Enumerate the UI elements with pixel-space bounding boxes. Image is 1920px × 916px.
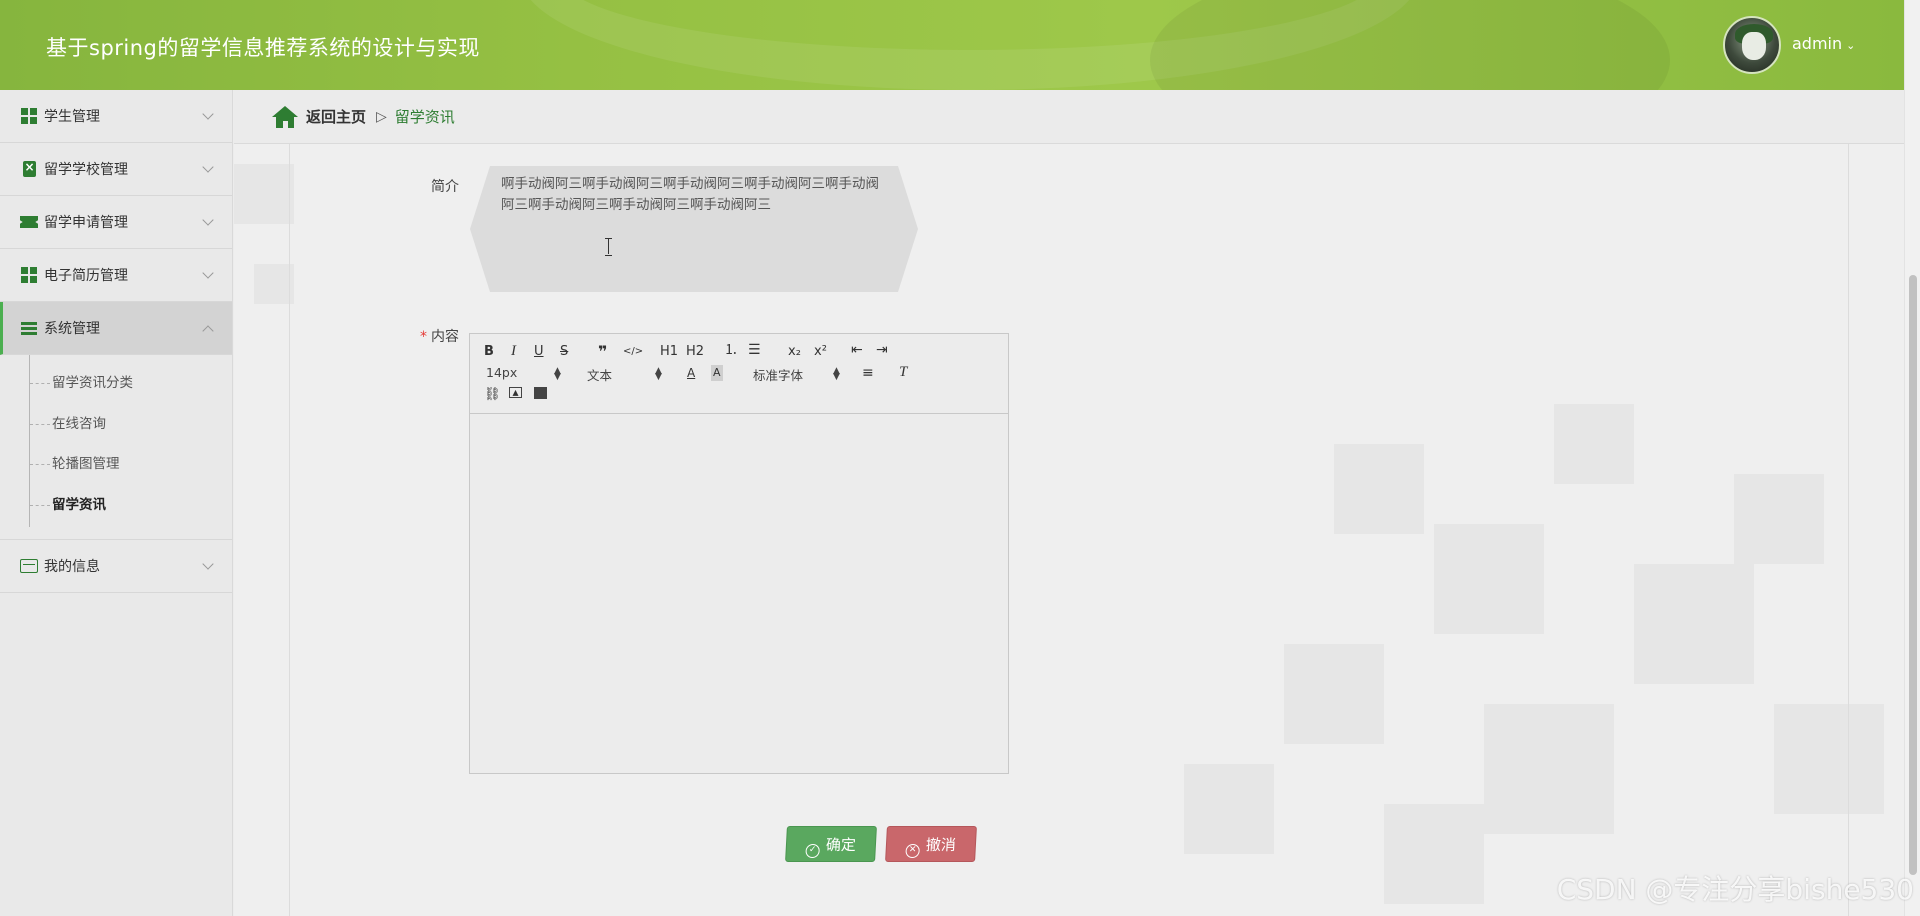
system-submenu: 留学资讯分类 在线咨询 轮播图管理 留学资讯	[0, 355, 232, 540]
chevron-up-icon	[202, 325, 214, 337]
italic-button[interactable]: I	[511, 343, 516, 359]
top-header: 基于spring的留学信息推荐系统的设计与实现 admin ⌄	[0, 0, 1904, 90]
superscript-button[interactable]: x²	[814, 344, 827, 360]
header-decoration-2	[1150, 0, 1670, 90]
font-family-select[interactable]: 标准字体 ▲ ▼	[753, 365, 840, 384]
submenu-item-carousel[interactable]: 轮播图管理	[0, 444, 232, 485]
font-size-select[interactable]: 14px ▲ ▼	[486, 365, 561, 382]
watermark: CSDN @专注分享bishe530	[1556, 873, 1914, 906]
content-label: * 内容	[420, 326, 459, 346]
text-style-select[interactable]: 文本 ▲ ▼	[587, 365, 662, 384]
app-title: 基于spring的留学信息推荐系统的设计与实现	[46, 36, 480, 60]
strike-button[interactable]: S	[560, 344, 568, 360]
sidebar-item-label: 系统管理	[44, 321, 100, 337]
submenu-item-news[interactable]: 留学资讯	[0, 485, 232, 526]
cancel-button[interactable]: ✕ 撤消	[885, 826, 977, 862]
ordered-list-icon[interactable]: ⒈	[724, 342, 738, 358]
code-block-icon[interactable]: </>	[623, 344, 643, 360]
intro-label: 简介	[431, 179, 459, 195]
sidebar-item-schools[interactable]: 留学学校管理	[0, 143, 232, 196]
submenu-item-news-category[interactable]: 留学资讯分类	[0, 363, 232, 404]
text-cursor-icon	[605, 238, 613, 256]
editor-content-area[interactable]	[470, 414, 1008, 773]
sidebar-item-label: 学生管理	[44, 109, 100, 125]
sidebar-item-system[interactable]: 系统管理	[0, 302, 232, 355]
breadcrumb-separator-icon: ▷	[376, 108, 387, 125]
cancel-label: 撤消	[925, 836, 957, 854]
video-icon[interactable]	[534, 387, 547, 399]
sidebar: 学生管理 留学学校管理 留学申请管理 电子简历管理 系统管理 留学资讯分类 在线…	[0, 90, 233, 916]
avatar[interactable]	[1723, 16, 1781, 74]
select-arrows-icon: ▲ ▼	[655, 366, 662, 382]
content-label-text: 内容	[431, 329, 459, 345]
grid-icon	[20, 107, 38, 125]
submit-button[interactable]: ✓ 确定	[785, 826, 877, 862]
page-scrollbar[interactable]	[1904, 0, 1920, 916]
chevron-down-icon	[202, 108, 214, 120]
align-icon[interactable]: ≡	[862, 365, 874, 381]
ticket-icon	[20, 213, 38, 231]
clear-format-icon[interactable]: T	[899, 364, 907, 380]
subscript-button[interactable]: x₂	[788, 344, 801, 360]
blockquote-icon[interactable]: ❞	[598, 344, 607, 360]
sidebar-item-label: 留学申请管理	[44, 215, 128, 231]
header1-button[interactable]: H1	[660, 344, 678, 360]
chevron-down-icon	[202, 267, 214, 279]
select-arrows-icon: ▲ ▼	[833, 366, 840, 382]
grid-icon	[20, 266, 38, 284]
home-icon[interactable]	[272, 105, 298, 128]
sidebar-item-students[interactable]: 学生管理	[0, 90, 232, 143]
sidebar-item-label: 电子简历管理	[44, 268, 128, 284]
editor-toolbar: B I U S ❞ </> H1 H2 ⒈ ☰ x₂ x² ⇤ ⇥ 14px ▲…	[470, 334, 1008, 414]
breadcrumb-home-link[interactable]: 返回主页	[306, 106, 366, 127]
header2-button[interactable]: H2	[686, 344, 704, 360]
submit-label: 确定	[825, 836, 857, 854]
check-circle-icon: ✓	[805, 844, 820, 858]
intro-value: 啊手动阀阿三啊手动阀阿三啊手动阀阿三啊手动阀阿三啊手动阀阿三啊手动阀阿三啊手动阀…	[501, 176, 879, 213]
breadcrumb: 返回主页 ▷ 留学资讯	[234, 90, 1904, 144]
outdent-icon[interactable]: ⇤	[851, 342, 863, 358]
breadcrumb-current: 留学资讯	[394, 108, 455, 126]
select-arrows-icon: ▲ ▼	[554, 366, 561, 382]
user-menu[interactable]: admin ⌄	[1792, 34, 1855, 53]
link-icon[interactable]: ⛓	[484, 387, 501, 403]
chevron-down-icon	[202, 161, 214, 173]
indent-icon[interactable]: ⇥	[876, 342, 888, 358]
scrollbar-thumb[interactable]	[1909, 275, 1917, 875]
underline-button[interactable]: U	[534, 344, 544, 360]
bold-button[interactable]: B	[484, 344, 494, 360]
sidebar-item-applications[interactable]: 留学申请管理	[0, 196, 232, 249]
sidebar-item-resumes[interactable]: 电子简历管理	[0, 249, 232, 302]
sidebar-item-label: 留学学校管理	[44, 162, 128, 178]
chevron-down-icon	[202, 214, 214, 226]
sidebar-item-my-info[interactable]: 我的信息	[0, 540, 232, 593]
font-size-value: 14px	[486, 365, 518, 380]
close-circle-icon: ✕	[905, 844, 920, 858]
list-icon	[20, 319, 38, 337]
required-marker: *	[420, 329, 427, 345]
clipboard-icon	[20, 160, 38, 178]
chevron-down-icon: ⌄	[1846, 39, 1856, 52]
image-icon[interactable]: ▴	[509, 386, 522, 398]
background-color-icon[interactable]: A	[711, 365, 723, 381]
submenu-item-online-consult[interactable]: 在线咨询	[0, 404, 232, 445]
font-family-value: 标准字体	[753, 368, 804, 383]
username: admin	[1792, 34, 1843, 53]
card-icon	[20, 557, 38, 575]
chevron-down-icon	[202, 558, 214, 570]
text-style-value: 文本	[587, 368, 613, 383]
text-color-icon[interactable]: A	[687, 365, 695, 381]
sidebar-item-label: 我的信息	[44, 559, 100, 575]
bullet-list-icon[interactable]: ☰	[748, 342, 761, 358]
rich-text-editor: B I U S ❞ </> H1 H2 ⒈ ☰ x₂ x² ⇤ ⇥ 14px ▲…	[469, 333, 1009, 774]
